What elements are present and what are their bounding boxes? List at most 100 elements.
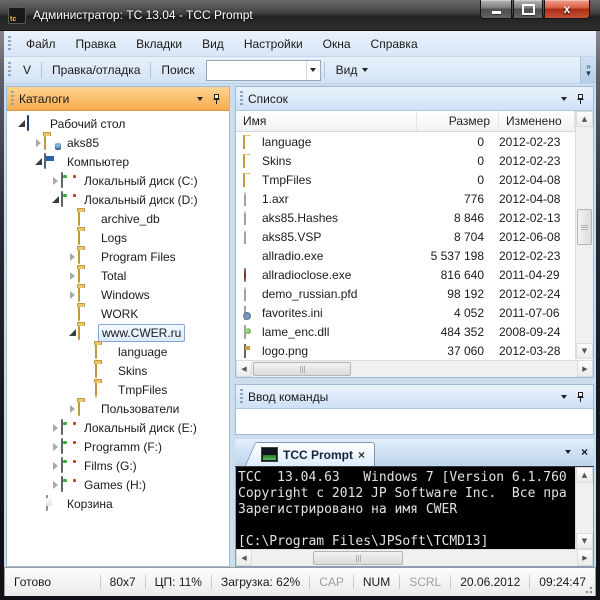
search-input[interactable] bbox=[207, 63, 306, 78]
tree-item[interactable]: Локальный диск (D:) bbox=[7, 190, 229, 209]
file-row[interactable]: Skins02012-02-23 bbox=[236, 151, 575, 170]
menu-item[interactable]: Окна bbox=[313, 32, 361, 56]
console-line bbox=[238, 518, 575, 534]
expander-open-icon[interactable] bbox=[66, 329, 78, 336]
expander-open-icon[interactable] bbox=[15, 120, 27, 127]
file-row[interactable]: aks85.Hashes8 8462012-02-13 bbox=[236, 208, 575, 227]
tree-item[interactable]: Локальный диск (C:) bbox=[7, 171, 229, 190]
tree-item[interactable]: Локальный диск (E:) bbox=[7, 418, 229, 437]
expander-closed-icon[interactable] bbox=[49, 177, 61, 185]
tree-item[interactable]: archive_db bbox=[7, 209, 229, 228]
file-modified: 2012-02-13 bbox=[492, 211, 575, 225]
tree-item[interactable]: www.CWER.ru bbox=[7, 323, 229, 342]
expander-closed-icon[interactable] bbox=[49, 462, 61, 470]
pin-icon[interactable] bbox=[211, 93, 222, 105]
minimize-button[interactable] bbox=[480, 0, 512, 19]
menu-item[interactable]: Вид bbox=[192, 32, 234, 56]
file-row[interactable]: allradioclose.exe816 6402011-04-29 bbox=[236, 265, 575, 284]
tree-item[interactable]: Корзина bbox=[7, 494, 229, 513]
search-label[interactable]: Поиск bbox=[154, 59, 201, 81]
scrollbar-thumb[interactable] bbox=[577, 209, 592, 245]
column-header-modified[interactable]: Изменено bbox=[499, 111, 575, 131]
toolbar-overflow-button[interactable]: » ▼ bbox=[580, 57, 596, 83]
tree-item[interactable]: Windows bbox=[7, 285, 229, 304]
scroll-right-icon[interactable]: ▶ bbox=[577, 550, 593, 566]
column-header-size[interactable]: Размер bbox=[417, 111, 499, 131]
menu-item[interactable]: Настройки bbox=[234, 32, 313, 56]
console-vertical-scrollbar[interactable]: ▲ ▼ bbox=[575, 467, 593, 549]
expander-closed-icon[interactable] bbox=[66, 253, 78, 261]
file-row[interactable]: aks85.VSP8 7042012-06-08 bbox=[236, 227, 575, 246]
expander-closed-icon[interactable] bbox=[49, 424, 61, 432]
menu-item[interactable]: Файл bbox=[16, 32, 66, 56]
file-row[interactable]: favorites.ini4 0522011-07-06 bbox=[236, 303, 575, 322]
expander-closed-icon[interactable] bbox=[66, 405, 78, 413]
tree-item[interactable]: WORK bbox=[7, 304, 229, 323]
column-header-name[interactable]: Имя bbox=[236, 111, 417, 131]
file-row[interactable]: demo_russian.pfd98 1922012-02-24 bbox=[236, 284, 575, 303]
file-row[interactable]: TmpFiles02012-04-08 bbox=[236, 170, 575, 189]
panel-close-icon[interactable]: × bbox=[581, 445, 588, 459]
pin-icon[interactable] bbox=[575, 391, 586, 403]
file-row[interactable]: language02012-02-23 bbox=[236, 132, 575, 151]
tree-item[interactable]: Total bbox=[7, 266, 229, 285]
panel-menu-button[interactable] bbox=[561, 97, 567, 101]
scroll-down-icon[interactable]: ▼ bbox=[576, 343, 593, 359]
file-row[interactable]: allradio.exe5 537 1982012-02-23 bbox=[236, 246, 575, 265]
console-horizontal-scrollbar[interactable]: ◀ ▶ bbox=[236, 549, 593, 566]
scrollbar-thumb[interactable] bbox=[253, 362, 351, 376]
file-name: 1.axr bbox=[262, 192, 289, 206]
pin-icon[interactable] bbox=[575, 93, 586, 105]
view-button[interactable]: Вид bbox=[328, 63, 377, 77]
scroll-up-icon[interactable]: ▲ bbox=[576, 111, 593, 127]
file-row[interactable]: lame_enc.dll484 3522008-09-24 bbox=[236, 322, 575, 341]
expander-closed-icon[interactable] bbox=[66, 272, 78, 280]
tree-item[interactable]: Program Files bbox=[7, 247, 229, 266]
tree-item[interactable]: Skins bbox=[7, 361, 229, 380]
expander-closed-icon[interactable] bbox=[49, 481, 61, 489]
tab-list-button[interactable] bbox=[565, 450, 571, 454]
panel-menu-button[interactable] bbox=[561, 395, 567, 399]
menu-item[interactable]: Правка bbox=[66, 32, 127, 56]
scroll-left-icon[interactable]: ◀ bbox=[236, 550, 252, 566]
file-list-vertical-scrollbar[interactable]: ▲ ▼ bbox=[575, 111, 593, 359]
tree-item[interactable]: aks85 bbox=[7, 133, 229, 152]
command-input[interactable] bbox=[236, 409, 593, 434]
view-button-label: Вид bbox=[336, 63, 358, 77]
tree-item[interactable]: Films (G:) bbox=[7, 456, 229, 475]
tree-item[interactable]: Пользователи bbox=[7, 399, 229, 418]
expander-closed-icon[interactable] bbox=[49, 443, 61, 451]
file-list-horizontal-scrollbar[interactable]: ◀ ▶ bbox=[236, 360, 593, 377]
console-output[interactable]: TCC 13.04.63 Windows 7 [Version 6.1.760C… bbox=[236, 467, 575, 549]
tree-item[interactable]: language bbox=[7, 342, 229, 361]
resize-grip[interactable] bbox=[583, 584, 593, 594]
tab-close-icon[interactable]: × bbox=[358, 448, 365, 462]
scroll-left-icon[interactable]: ◀ bbox=[236, 361, 252, 377]
expander-closed-icon[interactable] bbox=[32, 139, 44, 147]
tree-item[interactable]: Games (H:) bbox=[7, 475, 229, 494]
tree-item[interactable]: Рабочий стол bbox=[7, 114, 229, 133]
file-row[interactable]: 1.axr7762012-04-08 bbox=[236, 189, 575, 208]
panel-menu-button[interactable] bbox=[197, 97, 203, 101]
expander-closed-icon[interactable] bbox=[66, 291, 78, 299]
close-button[interactable]: x bbox=[544, 0, 590, 19]
scrollbar-thumb[interactable] bbox=[313, 551, 403, 565]
file-row[interactable]: logo.png37 0602012-03-28 bbox=[236, 341, 575, 360]
tree-item[interactable]: Logs bbox=[7, 228, 229, 247]
expander-open-icon[interactable] bbox=[49, 196, 61, 203]
search-dropdown-button[interactable] bbox=[306, 61, 320, 80]
tree-item[interactable]: TmpFiles bbox=[7, 380, 229, 399]
v-button[interactable]: V bbox=[16, 59, 38, 81]
tree-item[interactable]: Компьютер bbox=[7, 152, 229, 171]
edit-debug-button[interactable]: Правка/отладка bbox=[45, 59, 147, 81]
tab-tcc-prompt[interactable]: TCC Prompt × bbox=[259, 442, 375, 466]
disk-icon bbox=[61, 477, 78, 492]
menu-item[interactable]: Вкладки bbox=[126, 32, 192, 56]
tree-item[interactable]: Programm (F:) bbox=[7, 437, 229, 456]
maximize-button[interactable] bbox=[513, 0, 543, 19]
menu-item[interactable]: Справка bbox=[361, 32, 428, 56]
scroll-down-icon[interactable]: ▼ bbox=[576, 533, 593, 549]
scroll-up-icon[interactable]: ▲ bbox=[576, 467, 593, 483]
expander-open-icon[interactable] bbox=[32, 158, 44, 165]
scroll-right-icon[interactable]: ▶ bbox=[577, 361, 593, 377]
